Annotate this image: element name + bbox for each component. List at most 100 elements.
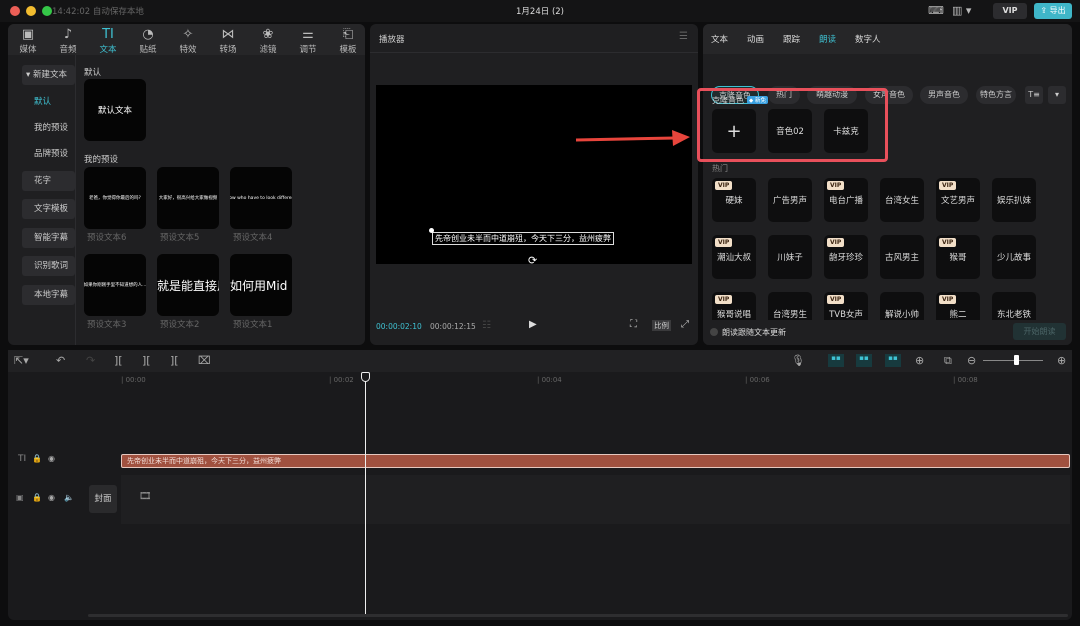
voice-item[interactable]: 广告男声 xyxy=(768,178,812,222)
preset-thumbnail[interactable]: 如何用Mid xyxy=(230,254,292,316)
screenshot-icon[interactable]: ⧉ xyxy=(944,354,952,368)
voice-item[interactable]: 猴哥 VIP xyxy=(936,235,980,279)
subtitle-text-box[interactable]: 先帝创业未半而中道崩殂，今天下三分，益州疲弊 xyxy=(432,232,614,245)
tab-item[interactable]: 数字人 xyxy=(855,33,881,45)
sidebar-item[interactable]: 品牌预设 xyxy=(22,144,75,164)
tab-filter[interactable]: ❀ 滤镜 xyxy=(248,27,288,55)
voice-item[interactable]: 台湾女生 xyxy=(880,178,924,222)
lock-icon[interactable]: 🔒 xyxy=(32,454,42,463)
preset-thumbnail[interactable]: I I know who have to look differently... xyxy=(230,167,292,229)
eye-icon[interactable]: ◉ xyxy=(48,493,55,502)
sidebar-item[interactable]: ▾ 新建文本 xyxy=(22,65,75,85)
lock-icon[interactable]: 🔒 xyxy=(32,493,42,502)
zoom-slider[interactable] xyxy=(983,360,1043,361)
main-track[interactable]: 🎞 xyxy=(121,475,1070,524)
horizontal-scrollbar[interactable] xyxy=(88,614,1068,617)
text-icon: TI xyxy=(102,27,114,42)
preset-thumbnail[interactable]: 大家好，很高兴给大家做视频 xyxy=(157,167,219,229)
filter-icon[interactable]: T≡ xyxy=(1025,86,1043,104)
current-time: 00:00:02:10 xyxy=(376,322,422,331)
playhead[interactable] xyxy=(365,372,366,614)
voice-item[interactable]: 文艺男声 VIP xyxy=(936,178,980,222)
tab-template[interactable]: ⎗ 模板 xyxy=(328,27,365,55)
trim-right-icon[interactable]: ][ xyxy=(170,354,179,367)
voice-item[interactable]: 古风男主 xyxy=(880,235,924,279)
voice-category-chip[interactable]: 男声音色 xyxy=(920,86,968,104)
voice-item[interactable]: 电台广播 VIP xyxy=(824,178,868,222)
magnet-icon[interactable]: ▪▪ xyxy=(828,354,844,367)
redo-icon[interactable]: ↷ xyxy=(86,354,95,367)
voice-item[interactable]: 川妹子 xyxy=(768,235,812,279)
delete-icon[interactable]: ⌧ xyxy=(198,354,211,367)
tab-item[interactable]: 动画 xyxy=(747,33,764,45)
select-tool-icon[interactable]: ⇱▾ xyxy=(14,354,29,367)
sidebar-item[interactable]: 智能字幕 xyxy=(22,228,75,248)
start-reading-button[interactable]: 开始朗读 xyxy=(1013,323,1066,340)
fullscreen-icon[interactable]: ⤢ xyxy=(681,319,689,330)
tab-item[interactable]: 文本 xyxy=(711,33,728,45)
timeline-list-icon[interactable]: ☷ xyxy=(482,320,491,331)
shortcut-icon[interactable]: ⌨ xyxy=(928,4,944,17)
center-split-icon[interactable]: ⊕ xyxy=(915,354,924,367)
sidebar-item[interactable]: 默认 xyxy=(22,92,75,112)
preset-thumbnail[interactable]: 老爸，你觉得你最后的吗? xyxy=(84,167,146,229)
link-icon[interactable]: ▪▪ xyxy=(856,354,872,367)
export-button[interactable]: ⇪ 导出 xyxy=(1034,3,1072,19)
text-clip[interactable]: 先帝创业未半而中道崩殂，今天下三分，益州疲弊 xyxy=(121,454,1070,468)
split-icon[interactable]: ][ xyxy=(114,354,123,367)
tab-text[interactable]: TI 文本 xyxy=(88,27,128,55)
voice-item[interactable]: 娱乐扒妹 xyxy=(992,178,1036,222)
trim-left-icon[interactable]: ][ xyxy=(142,354,151,367)
cover-button[interactable]: 封面 xyxy=(89,485,117,513)
tab-media[interactable]: ▣ 媒体 xyxy=(8,27,48,55)
voice-item[interactable]: 龅牙珍珍 VIP xyxy=(824,235,868,279)
preset-thumbnail[interactable]: 如果你刚刚手里不知道想的人... xyxy=(84,254,146,316)
zoom-fit-icon[interactable]: ⛶ xyxy=(630,319,637,330)
tab-sticker[interactable]: ◔ 贴纸 xyxy=(128,27,168,55)
close-window-button[interactable] xyxy=(10,6,20,16)
expand-chevron-icon[interactable]: ▾ xyxy=(1048,86,1066,104)
tab-audio[interactable]: ♪ 音频 xyxy=(48,27,88,55)
tab-adjust[interactable]: ⚌ 调节 xyxy=(288,27,328,55)
presets-heading: 我的预设 xyxy=(84,155,119,165)
minimize-window-button[interactable] xyxy=(26,6,36,16)
maximize-window-button[interactable] xyxy=(42,6,52,16)
preset-thumbnail[interactable]: 就是能直接用 xyxy=(157,254,219,316)
follow-text-checkbox[interactable] xyxy=(710,328,718,336)
ratio-button[interactable]: 比例 xyxy=(652,320,671,331)
vip-badge: VIP xyxy=(939,238,957,247)
voice-item[interactable]: 硬妹 VIP xyxy=(712,178,756,222)
sidebar-item[interactable]: 我的预设 xyxy=(22,118,75,138)
tab-effects[interactable]: ✧ 特效 xyxy=(168,27,208,55)
tab-item[interactable]: 跟踪 xyxy=(783,33,800,45)
play-button[interactable]: ▶ xyxy=(529,319,537,330)
tab-transition[interactable]: ⋈ 转场 xyxy=(208,27,248,55)
tab-item[interactable]: 朗读 xyxy=(819,33,836,45)
player-panel: 播放器 ☰ 先帝创业未半而中道崩殂，今天下三分，益州疲弊 ⟳ 00:00:02:… xyxy=(370,24,698,345)
voice-category-chip[interactable]: 特色方言 xyxy=(976,86,1016,104)
default-text-item[interactable]: 默认文本 xyxy=(84,79,146,141)
sidebar-item[interactable]: 文字模板 xyxy=(22,199,75,219)
microphone-icon[interactable]: 🎙 xyxy=(791,354,805,367)
rotate-icon[interactable]: ⟳ xyxy=(528,254,537,267)
eye-icon[interactable]: ◉ xyxy=(48,454,55,463)
voice-item[interactable]: 潮汕大叔 VIP xyxy=(712,235,756,279)
sidebar-item[interactable]: 花字 xyxy=(22,171,75,191)
layout-icon[interactable]: ▥ ▾ xyxy=(952,4,971,17)
zoom-out-icon[interactable]: ⊖ xyxy=(967,354,976,367)
sidebar-item[interactable]: 识别歌词 xyxy=(22,256,75,276)
zoom-slider-handle[interactable] xyxy=(1014,355,1019,365)
vip-button[interactable]: VIP xyxy=(993,3,1027,19)
follow-text-label: 朗读跟随文本更新 xyxy=(722,328,786,337)
audio-mute-icon[interactable]: 🔈 xyxy=(64,493,74,502)
menu-icon[interactable]: ☰ xyxy=(679,31,688,42)
video-preview[interactable]: 先帝创业未半而中道崩殂，今天下三分，益州疲弊 ⟳ xyxy=(376,85,692,267)
voice-item[interactable]: 少儿故事 xyxy=(992,235,1036,279)
sidebar-item[interactable]: 本地字幕 xyxy=(22,285,75,305)
preview-axis-icon[interactable]: ▪▪ xyxy=(885,354,901,367)
playhead-handle[interactable] xyxy=(361,372,370,382)
resize-handle[interactable] xyxy=(429,228,434,233)
undo-icon[interactable]: ↶ xyxy=(56,354,65,367)
audio-icon: ♪ xyxy=(63,27,73,42)
zoom-in-icon[interactable]: ⊕ xyxy=(1057,354,1066,367)
